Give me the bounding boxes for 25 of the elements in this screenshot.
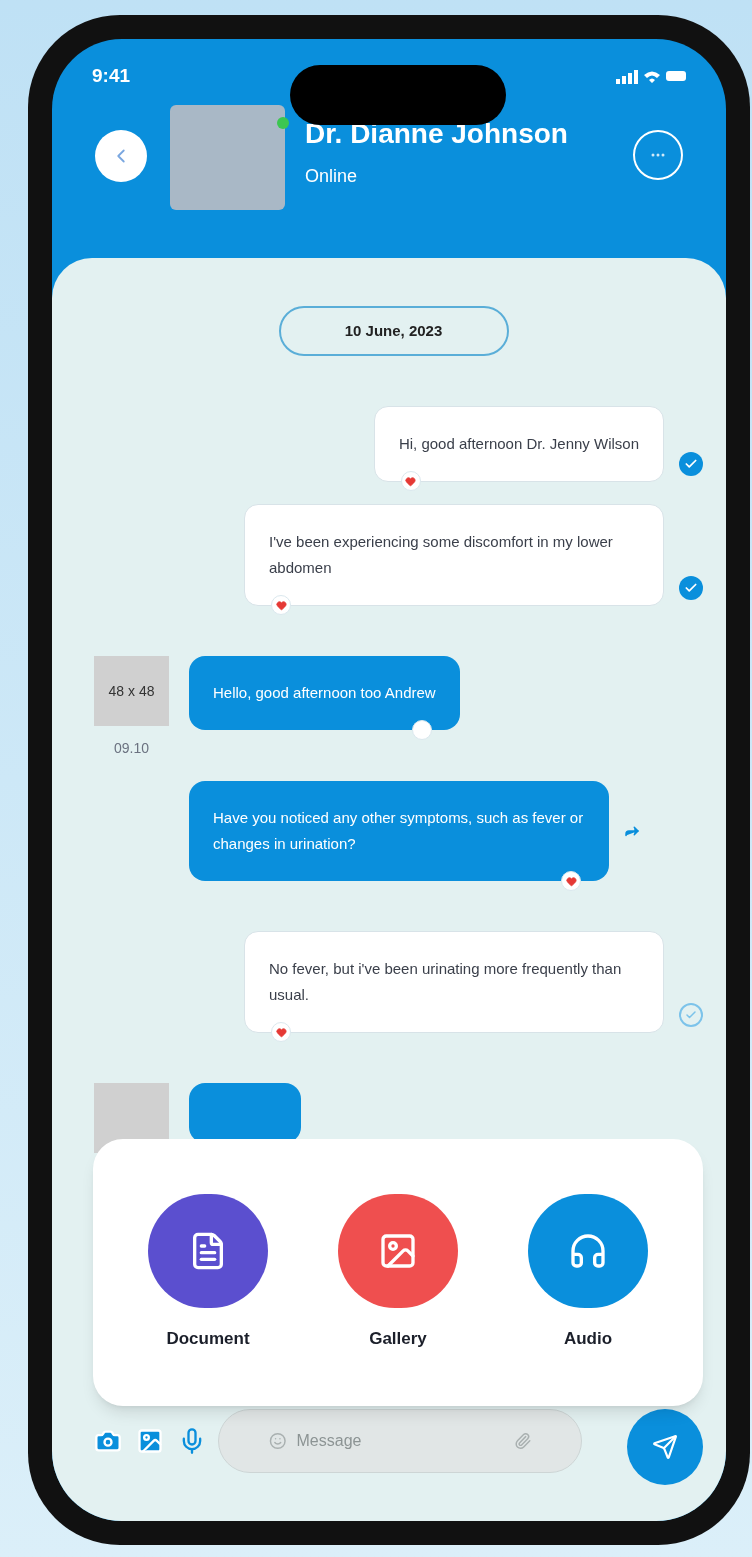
- heart-reaction-icon[interactable]: [271, 1022, 291, 1042]
- signal-icon: [616, 68, 638, 84]
- reaction-icon[interactable]: [411, 720, 432, 740]
- message-field[interactable]: Message: [218, 1409, 582, 1473]
- more-button[interactable]: [633, 130, 683, 180]
- heart-reaction-icon[interactable]: [561, 871, 581, 891]
- status-time: 9:41: [92, 63, 131, 88]
- placeholder-size-label: 48 x 48: [108, 681, 155, 701]
- gallery-attachment-button[interactable]: Gallery: [338, 1194, 458, 1352]
- back-button[interactable]: [95, 130, 147, 182]
- more-icon: [651, 153, 665, 157]
- audio-attachment-button[interactable]: Audio: [528, 1194, 648, 1352]
- gallery-icon[interactable]: [136, 1427, 164, 1455]
- paperclip-icon[interactable]: [513, 1431, 531, 1451]
- wifi-icon: [644, 69, 660, 83]
- contact-name: Dr. Dianne Johnson: [305, 117, 568, 151]
- heart-reaction-icon[interactable]: [271, 595, 291, 615]
- battery-icon: [666, 71, 686, 81]
- document-attachment-button[interactable]: Document: [148, 1194, 268, 1352]
- heart-reaction-icon[interactable]: [400, 471, 421, 491]
- message-input[interactable]: Message: [296, 1429, 504, 1453]
- date-pill: 10 June, 2023: [278, 306, 509, 356]
- send-icon: [652, 1434, 678, 1460]
- contact-status: Online: [305, 165, 359, 188]
- message-time: 09.10: [113, 739, 149, 758]
